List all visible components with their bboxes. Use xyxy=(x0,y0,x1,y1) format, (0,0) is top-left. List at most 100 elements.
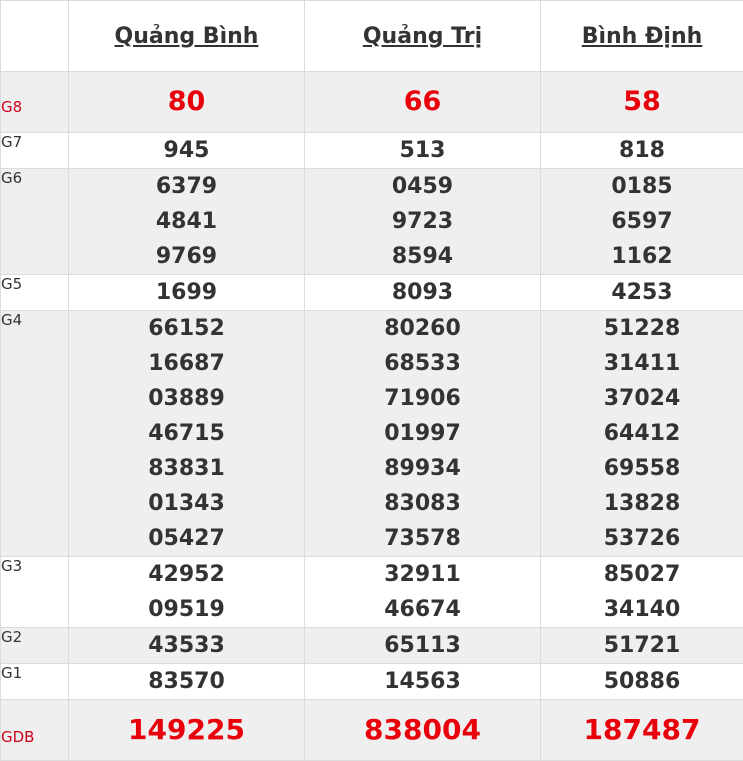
prize-number: 187487 xyxy=(541,700,743,760)
province-header-1[interactable]: Quảng Bình xyxy=(69,1,305,72)
prize-number: 32911 xyxy=(305,557,540,592)
prize-number: 13828 xyxy=(541,486,743,521)
prize-number: 05427 xyxy=(69,521,304,556)
prize-row-g7: G7945513818 xyxy=(1,133,743,169)
prize-number: 53726 xyxy=(541,521,743,556)
prize-number: 01997 xyxy=(305,416,540,451)
prize-cell: 187487 xyxy=(541,700,743,761)
prize-number: 14563 xyxy=(305,664,540,699)
prize-cell: 66152166870388946715838310134305427 xyxy=(69,311,305,557)
prize-number: 69558 xyxy=(541,451,743,486)
prize-row-g1: G1835701456350886 xyxy=(1,664,743,700)
prize-cell: 51721 xyxy=(541,628,743,664)
prize-number: 66152 xyxy=(69,311,304,346)
prize-number: 1699 xyxy=(69,275,304,310)
prize-cell: 51228314113702464412695581382853726 xyxy=(541,311,743,557)
prize-cell: 4295209519 xyxy=(69,557,305,628)
prize-cell: 58 xyxy=(541,72,743,133)
prize-number: 68533 xyxy=(305,346,540,381)
prize-number: 46715 xyxy=(69,416,304,451)
header-row: Quảng Bình Quảng Trị Bình Định xyxy=(1,1,743,72)
prize-number: 83831 xyxy=(69,451,304,486)
prize-cell: 43533 xyxy=(69,628,305,664)
prize-number: 8594 xyxy=(305,239,540,274)
prize-cell: 4253 xyxy=(541,275,743,311)
prize-number: 50886 xyxy=(541,664,743,699)
prize-number: 51721 xyxy=(541,628,743,663)
prize-number: 01343 xyxy=(69,486,304,521)
prize-body: G8806658G7945513818G66379484197690459972… xyxy=(1,72,743,761)
prize-cell: 8093 xyxy=(305,275,541,311)
prize-cell: 1699 xyxy=(69,275,305,311)
prize-number: 03889 xyxy=(69,381,304,416)
prize-number: 66 xyxy=(305,72,540,132)
prize-number: 4841 xyxy=(69,204,304,239)
prize-label: G7 xyxy=(1,133,69,169)
prize-number: 51228 xyxy=(541,311,743,346)
prize-label: G6 xyxy=(1,169,69,275)
prize-number: 42952 xyxy=(69,557,304,592)
prize-cell: 80 xyxy=(69,72,305,133)
prize-label: G3 xyxy=(1,557,69,628)
prize-number: 513 xyxy=(305,133,540,168)
prize-number: 09519 xyxy=(69,592,304,627)
prize-cell: 66 xyxy=(305,72,541,133)
prize-number: 818 xyxy=(541,133,743,168)
prize-cell: 513 xyxy=(305,133,541,169)
prize-cell: 818 xyxy=(541,133,743,169)
prize-cell: 945 xyxy=(69,133,305,169)
prize-number: 80260 xyxy=(305,311,540,346)
prize-cell: 018565971162 xyxy=(541,169,743,275)
prize-number: 71906 xyxy=(305,381,540,416)
prize-number: 31411 xyxy=(541,346,743,381)
prize-number: 73578 xyxy=(305,521,540,556)
prize-number: 80 xyxy=(69,72,304,132)
prize-cell: 50886 xyxy=(541,664,743,700)
prize-row-g8: G8806658 xyxy=(1,72,743,133)
prize-label: G8 xyxy=(1,72,69,133)
prize-cell: 045997238594 xyxy=(305,169,541,275)
province-header-2[interactable]: Quảng Trị xyxy=(305,1,541,72)
province-name[interactable]: Bình Định xyxy=(582,24,703,49)
prize-label: G2 xyxy=(1,628,69,664)
prize-row-gdb: GDB149225838004187487 xyxy=(1,700,743,761)
prize-number: 64412 xyxy=(541,416,743,451)
prize-number: 149225 xyxy=(69,700,304,760)
prize-row-g5: G5169980934253 xyxy=(1,275,743,311)
prize-number: 0459 xyxy=(305,169,540,204)
prize-number: 16687 xyxy=(69,346,304,381)
prize-label: G5 xyxy=(1,275,69,311)
prize-row-g3: G3429520951932911466748502734140 xyxy=(1,557,743,628)
prize-number: 58 xyxy=(541,72,743,132)
prize-cell: 3291146674 xyxy=(305,557,541,628)
prize-number: 9769 xyxy=(69,239,304,274)
prize-number: 945 xyxy=(69,133,304,168)
prize-row-g6: G6637948419769045997238594018565971162 xyxy=(1,169,743,275)
prize-number: 43533 xyxy=(69,628,304,663)
prize-number: 6597 xyxy=(541,204,743,239)
prize-number: 85027 xyxy=(541,557,743,592)
prize-number: 838004 xyxy=(305,700,540,760)
lottery-results-table: Quảng Bình Quảng Trị Bình Định G8806658G… xyxy=(0,0,743,761)
prize-cell: 83570 xyxy=(69,664,305,700)
prize-number: 9723 xyxy=(305,204,540,239)
prize-number: 1162 xyxy=(541,239,743,274)
prize-cell: 8502734140 xyxy=(541,557,743,628)
header-corner xyxy=(1,1,69,72)
prize-number: 65113 xyxy=(305,628,540,663)
prize-cell: 149225 xyxy=(69,700,305,761)
province-name[interactable]: Quảng Bình xyxy=(115,24,259,49)
prize-cell: 838004 xyxy=(305,700,541,761)
prize-number: 46674 xyxy=(305,592,540,627)
prize-number: 89934 xyxy=(305,451,540,486)
prize-number: 6379 xyxy=(69,169,304,204)
province-header-3[interactable]: Bình Định xyxy=(541,1,743,72)
province-name[interactable]: Quảng Trị xyxy=(363,24,482,49)
prize-cell: 14563 xyxy=(305,664,541,700)
prize-cell: 637948419769 xyxy=(69,169,305,275)
prize-label: GDB xyxy=(1,700,69,761)
prize-number: 34140 xyxy=(541,592,743,627)
prize-label: G1 xyxy=(1,664,69,700)
prize-number: 8093 xyxy=(305,275,540,310)
prize-label: G4 xyxy=(1,311,69,557)
